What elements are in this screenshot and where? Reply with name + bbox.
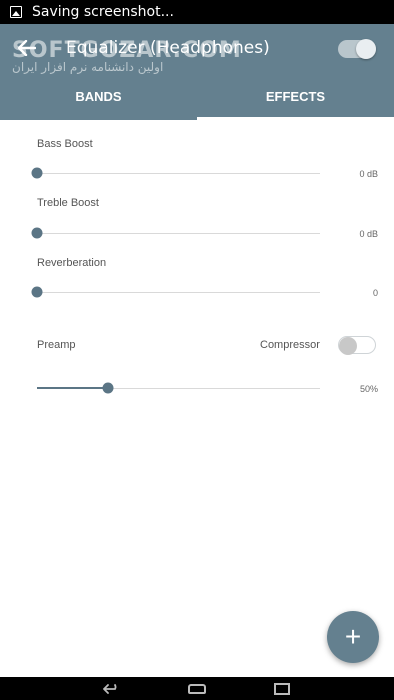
tab-bar: BANDS EFFECTS: [0, 72, 394, 120]
bass-boost-thumb[interactable]: [31, 167, 43, 179]
nav-home-button[interactable]: [187, 682, 207, 696]
status-text: Saving screenshot...: [32, 4, 174, 20]
toggle-knob: [356, 39, 376, 59]
nav-recents-button[interactable]: [272, 682, 292, 696]
reverberation-label: Reverberation: [37, 257, 107, 269]
nav-home-icon: [187, 683, 206, 694]
treble-boost-value: 0 dB: [359, 229, 378, 239]
toggle-knob: [339, 337, 357, 355]
bass-boost-value: 0 dB: [359, 169, 378, 179]
bass-boost-slider[interactable]: [37, 173, 320, 174]
preamp-thumb[interactable]: [102, 382, 114, 394]
screenshot-icon: [10, 6, 22, 18]
reverberation-value: 0: [372, 288, 378, 298]
reverberation-slider[interactable]: [37, 292, 320, 293]
preamp-slider-fill: [37, 387, 108, 389]
preamp-label: Preamp: [37, 339, 76, 351]
treble-boost-thumb[interactable]: [31, 227, 43, 239]
nav-back-button[interactable]: [102, 682, 122, 696]
treble-boost-slider[interactable]: [37, 233, 320, 234]
status-bar: Saving screenshot...: [0, 0, 394, 24]
navigation-bar: [0, 677, 394, 700]
add-preset-button[interactable]: +: [327, 611, 379, 663]
tab-effects[interactable]: EFFECTS: [197, 72, 394, 120]
treble-boost-label: Treble Boost: [37, 197, 99, 209]
reverberation-thumb[interactable]: [31, 286, 43, 298]
bass-boost-label: Bass Boost: [37, 138, 93, 150]
compressor-toggle[interactable]: [338, 336, 376, 355]
equalizer-toggle[interactable]: [338, 39, 376, 59]
app-bar: Equalizer (Headphones) SOFTGOZAR.COM اول…: [0, 24, 394, 120]
plus-icon: +: [344, 621, 362, 652]
preamp-value: 50%: [359, 384, 378, 394]
compressor-label: Compressor: [260, 339, 320, 351]
nav-recents-icon: [273, 682, 290, 695]
tab-bands[interactable]: BANDS: [0, 72, 197, 120]
nav-back-icon: [103, 683, 117, 694]
